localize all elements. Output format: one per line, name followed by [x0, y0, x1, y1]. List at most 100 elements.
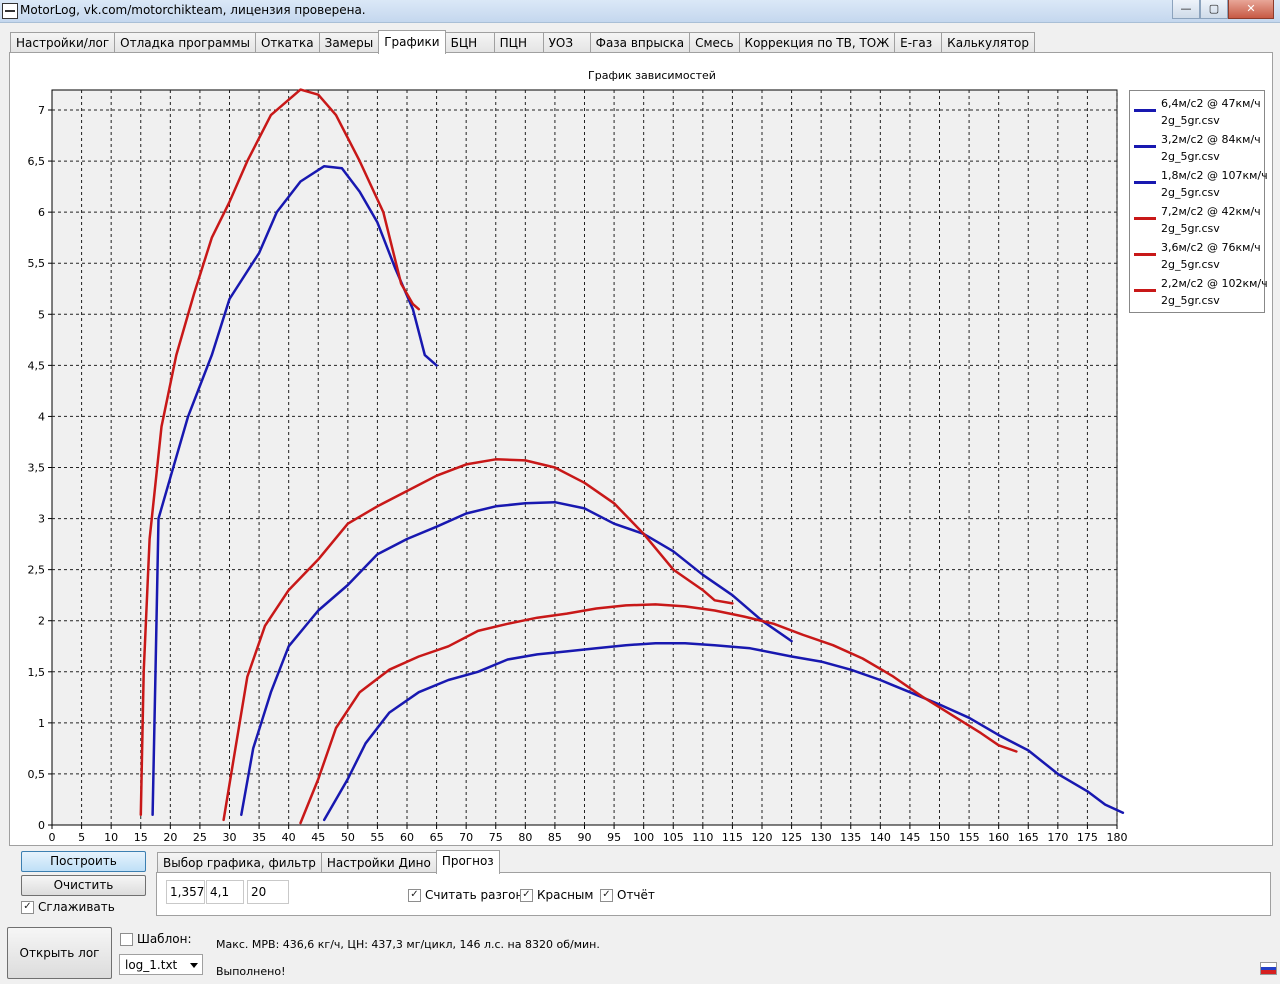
- y-tick-label: 1: [38, 717, 45, 730]
- tab-mixture[interactable]: Смесь: [689, 32, 740, 53]
- x-tick-label: 75: [489, 831, 503, 844]
- x-tick-label: 0: [49, 831, 56, 844]
- y-tick-label: 5: [38, 308, 45, 321]
- legend-item: 6,4м/с2 @ 47км/ч 2g_5gr.csv: [1134, 93, 1262, 129]
- legend-line-swatch: [1134, 145, 1156, 148]
- subtab-forecast[interactable]: Прогноз: [435, 850, 500, 874]
- x-tick-label: 80: [518, 831, 532, 844]
- forecast-field-1[interactable]: 1,357: [166, 880, 205, 904]
- status-max: Макс. МРВ: 436,6 кг/ч, ЦН: 437,3 мг/цикл…: [216, 938, 600, 951]
- legend-item: 3,6м/с2 @ 76км/ч 2g_5gr.csv: [1134, 237, 1262, 273]
- x-tick-label: 175: [1077, 831, 1098, 844]
- x-tick-label: 15: [134, 831, 148, 844]
- x-tick-label: 30: [223, 831, 237, 844]
- y-tick-label: 6: [38, 206, 45, 219]
- x-tick-label: 155: [959, 831, 980, 844]
- x-tick-label: 20: [163, 831, 177, 844]
- x-tick-label: 5: [78, 831, 85, 844]
- subtab-dyno-settings[interactable]: Настройки Дино: [320, 852, 437, 873]
- y-tick-label: 3: [38, 513, 45, 526]
- count-accel-check-icon: ✓: [408, 888, 421, 902]
- main-tabs: Настройки/лог Отладка программы Откатка …: [10, 30, 1035, 54]
- window-controls: — ▢ ✕: [1172, 0, 1274, 19]
- minimize-button[interactable]: —: [1172, 0, 1200, 19]
- x-tick-label: 25: [193, 831, 207, 844]
- tab-bcn[interactable]: БЦН: [444, 32, 495, 53]
- x-tick-label: 40: [282, 831, 296, 844]
- x-tick-label: 100: [633, 831, 654, 844]
- legend-line-swatch: [1134, 253, 1156, 256]
- legend-item: 7,2м/с2 @ 42км/ч 2g_5gr.csv: [1134, 201, 1262, 237]
- x-tick-label: 95: [607, 831, 621, 844]
- x-tick-label: 65: [430, 831, 444, 844]
- language-flag-icon: [1260, 962, 1277, 975]
- tab-graphs[interactable]: Графики: [378, 30, 446, 54]
- tab-egas[interactable]: E-газ: [894, 32, 943, 53]
- legend-line-swatch: [1134, 217, 1156, 220]
- x-tick-label: 35: [252, 831, 266, 844]
- report-label: Отчёт: [617, 888, 655, 902]
- legend-label: 3,6м/с2 @ 76км/ч 2g_5gr.csv: [1161, 241, 1261, 271]
- smooth-check-icon: ✓: [21, 900, 34, 914]
- tab-rollback[interactable]: Откатка: [254, 32, 320, 53]
- red-label: Красным: [537, 888, 594, 902]
- chart-title: График зависимостей: [588, 69, 716, 82]
- tab-settings-log[interactable]: Настройки/лог: [10, 32, 116, 53]
- x-tick-label: 145: [899, 831, 920, 844]
- legend-label: 6,4м/с2 @ 47км/ч 2g_5gr.csv: [1161, 97, 1261, 127]
- x-tick-label: 170: [1047, 831, 1068, 844]
- close-button[interactable]: ✕: [1228, 0, 1274, 19]
- x-tick-label: 90: [578, 831, 592, 844]
- tab-debug[interactable]: Отладка программы: [114, 32, 256, 53]
- y-tick-label: 2,5: [28, 564, 46, 577]
- count-accel-label: Считать разгон: [425, 888, 524, 902]
- tab-injection-phase[interactable]: Фаза впрыска: [589, 32, 691, 53]
- x-tick-label: 110: [692, 831, 713, 844]
- y-tick-label: 0: [38, 819, 45, 832]
- template-label: Шаблон:: [137, 932, 192, 946]
- tab-pcn[interactable]: ПЦН: [493, 32, 544, 53]
- tab-uoz[interactable]: УОЗ: [542, 32, 591, 53]
- clear-button[interactable]: Очистить: [21, 875, 146, 896]
- x-tick-label: 150: [929, 831, 950, 844]
- red-checkbox[interactable]: ✓ Красным: [520, 888, 593, 902]
- tab-correction[interactable]: Коррекция по ТВ, ТОЖ: [738, 32, 896, 53]
- y-tick-label: 1,5: [28, 666, 46, 679]
- y-tick-label: 3,5: [28, 462, 46, 475]
- x-tick-label: 135: [840, 831, 861, 844]
- x-tick-label: 125: [781, 831, 802, 844]
- tab-calculator[interactable]: Калькулятор: [941, 32, 1035, 53]
- red-check-icon: ✓: [520, 888, 533, 902]
- template-checkbox[interactable]: Шаблон:: [120, 932, 192, 946]
- y-tick-label: 5,5: [28, 257, 46, 270]
- x-tick-label: 115: [722, 831, 743, 844]
- legend-line-swatch: [1134, 181, 1156, 184]
- x-tick-label: 50: [341, 831, 355, 844]
- open-log-button[interactable]: Открыть лог: [7, 927, 112, 979]
- app-icon: [2, 3, 18, 19]
- x-tick-label: 45: [311, 831, 325, 844]
- template-check-icon: [120, 932, 133, 946]
- x-tick-label: 130: [811, 831, 832, 844]
- forecast-field-3[interactable]: 20: [247, 880, 289, 904]
- forecast-panel: [156, 872, 1271, 916]
- x-tick-label: 120: [752, 831, 773, 844]
- build-button[interactable]: Построить: [21, 851, 146, 872]
- legend-label: 1,8м/с2 @ 107км/ч 2g_5gr.csv: [1161, 169, 1268, 199]
- maximize-button[interactable]: ▢: [1200, 0, 1228, 19]
- forecast-field-2[interactable]: 4,1: [206, 880, 244, 904]
- tab-measurements[interactable]: Замеры: [318, 32, 380, 53]
- subtab-graph-select[interactable]: Выбор графика, фильтр: [157, 852, 322, 873]
- title-bar: MotorLog, vk.com/motorchikteam, лицензия…: [0, 0, 1280, 23]
- smooth-checkbox[interactable]: ✓ Сглаживать: [21, 900, 115, 914]
- y-tick-label: 6,5: [28, 155, 46, 168]
- report-check-icon: ✓: [600, 888, 613, 902]
- x-tick-label: 140: [870, 831, 891, 844]
- legend-label: 2,2м/с2 @ 102км/ч 2g_5gr.csv: [1161, 277, 1268, 307]
- template-select[interactable]: log_1.txt: [119, 954, 203, 975]
- sub-tabs: Выбор графика, фильтр Настройки Дино Про…: [157, 850, 500, 874]
- y-tick-label: 2: [38, 615, 45, 628]
- status-done: Выполнено!: [216, 965, 286, 978]
- count-accel-checkbox[interactable]: ✓ Считать разгон: [408, 888, 523, 902]
- report-checkbox[interactable]: ✓ Отчёт: [600, 888, 655, 902]
